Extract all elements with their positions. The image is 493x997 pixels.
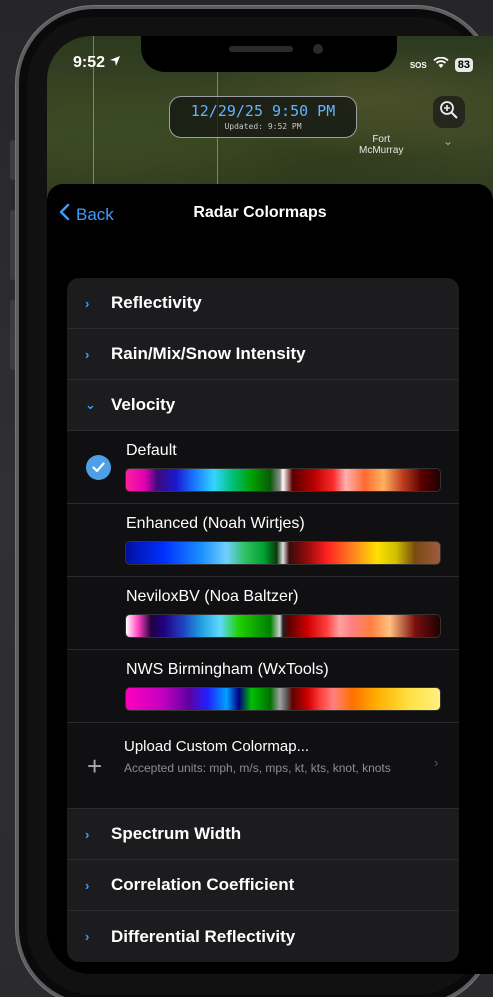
chevron-right-icon: › (434, 755, 439, 770)
status-time: 9:52 (73, 54, 121, 72)
section-correlation-coefficient[interactable]: › Correlation Coefficient (67, 860, 459, 911)
colormap-label: Enhanced (Noah Wirtjes) (126, 515, 305, 532)
colormap-preview (125, 468, 441, 492)
wifi-icon (433, 56, 449, 74)
colormap-preview (125, 541, 441, 565)
upload-title: Upload Custom Colormap... (124, 738, 310, 755)
section-velocity[interactable]: ⌄ Velocity (67, 380, 459, 431)
notch (141, 36, 397, 72)
section-label: Spectrum Width (111, 824, 242, 843)
colormap-sheet: Back Radar Colormaps › Reflectivity › Ra… (47, 184, 493, 974)
zoom-button[interactable] (433, 96, 465, 128)
colormap-label: Default (126, 442, 177, 459)
chevron-right-icon: › (85, 929, 90, 944)
colormap-label: NWS Birmingham (WxTools) (126, 661, 329, 678)
colormap-list: › Reflectivity › Rain/Mix/Snow Intensity… (67, 278, 459, 962)
colormap-option-nws-birmingham[interactable]: NWS Birmingham (WxTools) (67, 650, 459, 723)
colormap-preview (125, 687, 441, 711)
chevron-right-icon: › (85, 346, 90, 362)
colormap-option-enhanced[interactable]: Enhanced (Noah Wirtjes) (67, 504, 459, 577)
upload-custom-colormap[interactable]: + Upload Custom Colormap... Accepted uni… (67, 723, 459, 809)
chevron-down-icon[interactable]: ⌄ (443, 134, 453, 148)
radar-map[interactable]: 9:52 SOS 83 12/29/25 9:50 PM Updated: 9:… (47, 36, 493, 201)
sos-indicator: SOS (409, 60, 427, 70)
section-rain-mix-snow[interactable]: › Rain/Mix/Snow Intensity (67, 329, 459, 380)
updated-time: Updated: 9:52 PM (224, 122, 302, 131)
upload-subtitle: Accepted units: mph, m/s, mps, kt, kts, … (124, 761, 391, 775)
chevron-right-icon: › (85, 295, 90, 311)
radar-timestamp: 12/29/25 9:50 PM (190, 102, 336, 120)
chevron-right-icon: › (85, 877, 90, 893)
colormap-option-default[interactable]: Default (67, 431, 459, 504)
chevron-right-icon: › (85, 826, 90, 842)
location-arrow-icon (109, 54, 121, 72)
section-label: Reflectivity (111, 293, 202, 312)
colormap-label: NeviloxBV (Noa Baltzer) (126, 588, 299, 605)
phone-screen: 9:52 SOS 83 12/29/25 9:50 PM Updated: 9:… (47, 36, 493, 974)
plus-icon: + (87, 751, 103, 781)
chevron-down-icon: ⌄ (85, 397, 96, 412)
page-title: Radar Colormaps (193, 204, 327, 221)
checkmark-icon (86, 455, 111, 480)
colormap-preview (125, 614, 441, 638)
section-spectrum-width[interactable]: › Spectrum Width (67, 809, 459, 860)
radar-timestamp-box[interactable]: 12/29/25 9:50 PM Updated: 9:52 PM (169, 96, 357, 138)
nav-bar: Back Radar Colormaps (47, 184, 493, 242)
section-label: Correlation Coefficient (111, 875, 295, 894)
section-differential-reflectivity[interactable]: › Differential Reflectivity (67, 911, 459, 962)
colormap-option-nevilox[interactable]: NeviloxBV (Noa Baltzer) (67, 577, 459, 650)
section-reflectivity[interactable]: › Reflectivity (67, 278, 459, 329)
status-indicators: SOS 83 (410, 56, 473, 74)
battery-icon: 83 (454, 58, 473, 72)
city-label: Fort McMurray (359, 134, 404, 156)
section-label: Rain/Mix/Snow Intensity (111, 344, 306, 363)
zoom-in-icon (439, 100, 459, 125)
section-label: Velocity (111, 395, 176, 414)
section-label: Differential Reflectivity (111, 926, 296, 946)
